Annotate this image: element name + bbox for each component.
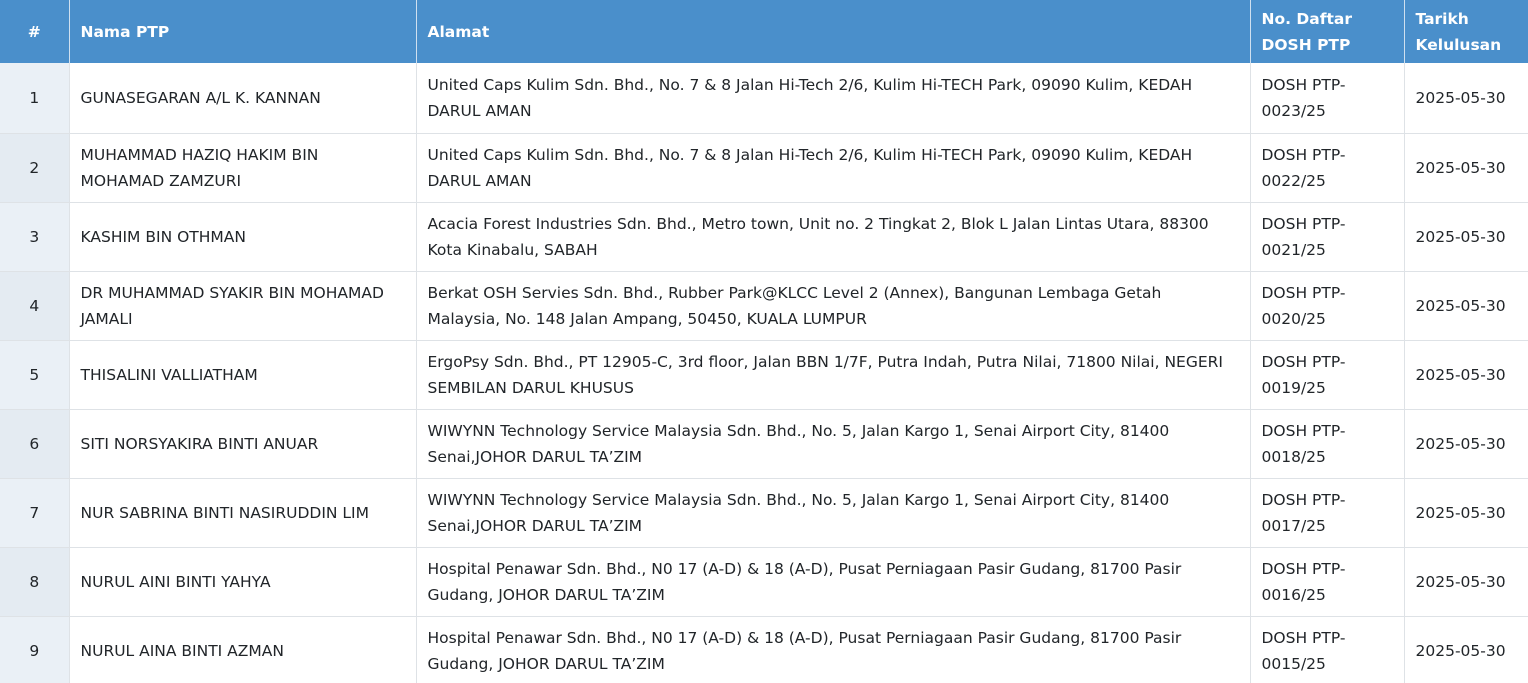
cell-name: MUHAMMAD HAZIQ HAKIM BIN MOHAMAD ZAMZURI [69, 133, 417, 203]
table-row: 2 MUHAMMAD HAZIQ HAKIM BIN MOHAMAD ZAMZUR… [0, 133, 1528, 203]
cell-name: SITI NORSYAKIRA BINTI ANUAR [69, 409, 417, 479]
cell-approval-date: 2025-05-30 [1404, 133, 1528, 203]
table-row: 3 KASHIM BIN OTHMAN Acacia Forest Industri… [0, 202, 1528, 272]
header-address[interactable]: Alamat [416, 0, 1251, 63]
table-header: # Nama PTP Alamat No. Daftar DOSH PTP Ta… [0, 0, 1528, 63]
cell-registration-number: DOSH PTP-0023/25 [1250, 63, 1405, 134]
cell-name: THISALINI VALLIATHAM [69, 340, 417, 410]
cell-address: ErgoPsy Sdn. Bhd., PT 12905-C, 3rd floor… [416, 340, 1251, 410]
cell-name: NURUL AINA BINTI AZMAN [69, 616, 417, 683]
table-row: 7 NUR SABRINA BINTI NASIRUDDIN LIM WIWYNN … [0, 478, 1528, 548]
cell-registration-number: DOSH PTP-0017/25 [1250, 478, 1405, 548]
table-row: 6 SITI NORSYAKIRA BINTI ANUAR WIWYNN Techn… [0, 409, 1528, 479]
cell-address: WIWYNN Technology Service Malaysia Sdn. … [416, 409, 1251, 479]
cell-registration-number: DOSH PTP-0018/25 [1250, 409, 1405, 479]
cell-number: 7 [0, 478, 70, 548]
ptp-registry-table: # Nama PTP Alamat No. Daftar DOSH PTP Ta… [0, 0, 1528, 683]
cell-address: Berkat OSH Servies Sdn. Bhd., Rubber Par… [416, 271, 1251, 341]
cell-number: 9 [0, 616, 70, 683]
cell-registration-number: DOSH PTP-0019/25 [1250, 340, 1405, 410]
table-body: 1 GUNASEGARAN A/L K. KANNAN United Caps Ku… [0, 63, 1528, 683]
cell-number: 6 [0, 409, 70, 479]
header-approval-date[interactable]: Tarikh Kelulusan [1404, 0, 1528, 63]
cell-address: United Caps Kulim Sdn. Bhd., No. 7 & 8 J… [416, 63, 1251, 134]
cell-number: 3 [0, 202, 70, 272]
cell-address: United Caps Kulim Sdn. Bhd., No. 7 & 8 J… [416, 133, 1251, 203]
cell-name: KASHIM BIN OTHMAN [69, 202, 417, 272]
cell-approval-date: 2025-05-30 [1404, 547, 1528, 617]
cell-approval-date: 2025-05-30 [1404, 616, 1528, 683]
cell-approval-date: 2025-05-30 [1404, 63, 1528, 134]
cell-name: GUNASEGARAN A/L K. KANNAN [69, 63, 417, 134]
cell-address: Acacia Forest Industries Sdn. Bhd., Metr… [416, 202, 1251, 272]
cell-name: NURUL AINI BINTI YAHYA [69, 547, 417, 617]
table-row: 8 NURUL AINI BINTI YAHYA Hospital Penawar … [0, 547, 1528, 617]
table-row: 4 DR MUHAMMAD SYAKIR BIN MOHAMAD JAMALI Be… [0, 271, 1528, 341]
cell-approval-date: 2025-05-30 [1404, 409, 1528, 479]
cell-number: 5 [0, 340, 70, 410]
cell-approval-date: 2025-05-30 [1404, 340, 1528, 410]
cell-registration-number: DOSH PTP-0022/25 [1250, 133, 1405, 203]
table-row: 5 THISALINI VALLIATHAM ErgoPsy Sdn. Bhd., … [0, 340, 1528, 410]
cell-registration-number: DOSH PTP-0016/25 [1250, 547, 1405, 617]
cell-approval-date: 2025-05-30 [1404, 271, 1528, 341]
cell-name: NUR SABRINA BINTI NASIRUDDIN LIM [69, 478, 417, 548]
cell-name: DR MUHAMMAD SYAKIR BIN MOHAMAD JAMALI [69, 271, 417, 341]
header-name[interactable]: Nama PTP [69, 0, 417, 63]
cell-registration-number: DOSH PTP-0021/25 [1250, 202, 1405, 272]
cell-address: WIWYNN Technology Service Malaysia Sdn. … [416, 478, 1251, 548]
cell-number: 4 [0, 271, 70, 341]
header-registration-number[interactable]: No. Daftar DOSH PTP [1250, 0, 1405, 63]
cell-number: 1 [0, 63, 70, 134]
table-row: 1 GUNASEGARAN A/L K. KANNAN United Caps Ku… [0, 63, 1528, 134]
cell-approval-date: 2025-05-30 [1404, 202, 1528, 272]
cell-number: 8 [0, 547, 70, 617]
cell-address: Hospital Penawar Sdn. Bhd., N0 17 (A-D) … [416, 616, 1251, 683]
header-row: # Nama PTP Alamat No. Daftar DOSH PTP Ta… [0, 0, 1528, 63]
cell-approval-date: 2025-05-30 [1404, 478, 1528, 548]
cell-registration-number: DOSH PTP-0020/25 [1250, 271, 1405, 341]
cell-address: Hospital Penawar Sdn. Bhd., N0 17 (A-D) … [416, 547, 1251, 617]
cell-registration-number: DOSH PTP-0015/25 [1250, 616, 1405, 683]
cell-number: 2 [0, 133, 70, 203]
table-row: 9 NURUL AINA BINTI AZMAN Hospital Penawar … [0, 616, 1528, 683]
header-number[interactable]: # [0, 0, 70, 63]
